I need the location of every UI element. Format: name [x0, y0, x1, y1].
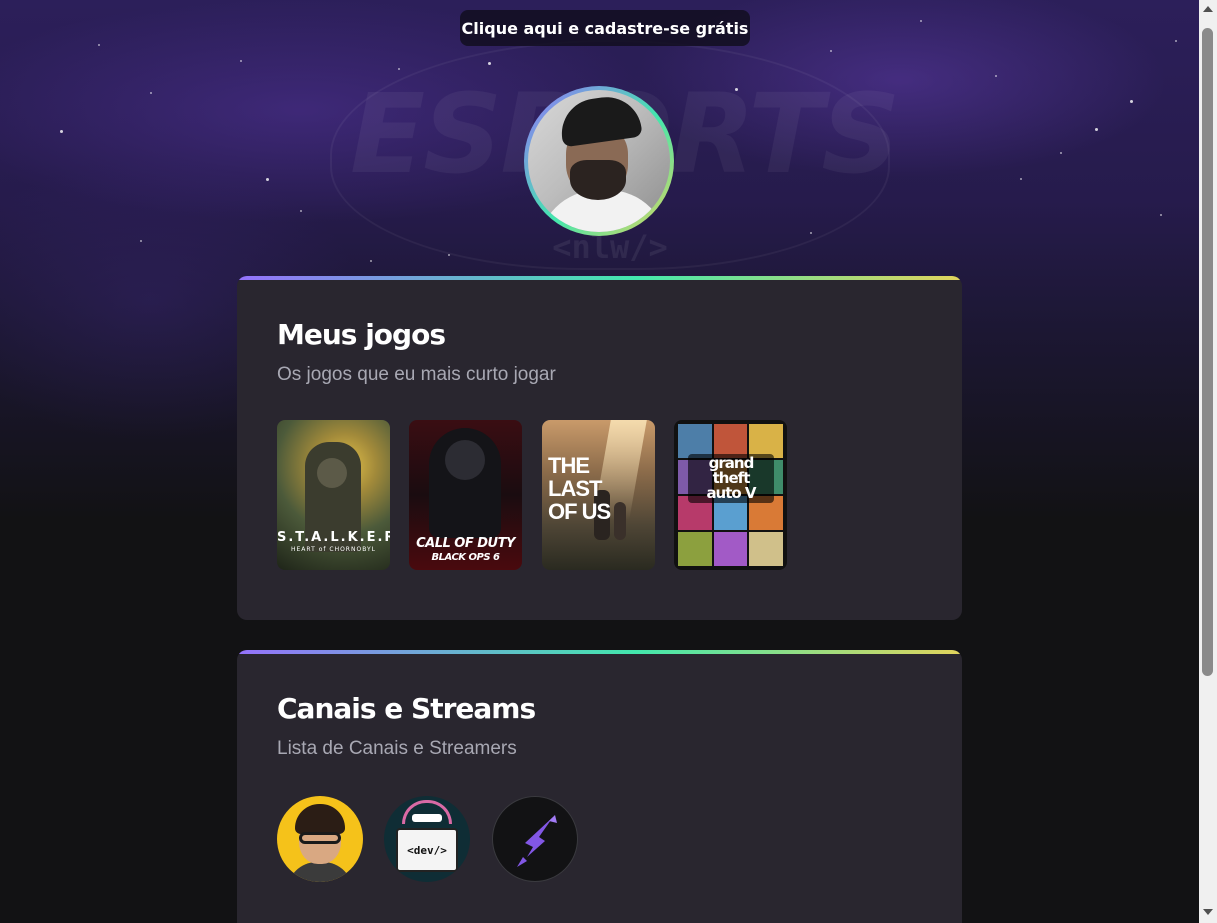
scroll-down-icon[interactable] — [1203, 909, 1213, 915]
scrollbar[interactable] — [1199, 0, 1217, 923]
game-cover-call-of-duty[interactable]: CALL OF DUTY BLACK OPS 6 — [409, 420, 522, 570]
streams-title: Canais e Streams — [277, 692, 536, 725]
signup-button[interactable]: Clique aqui e cadastre-se grátis — [460, 10, 750, 46]
streams-subtitle: Lista de Canais e Streamers — [277, 738, 517, 759]
stream-avatar-3[interactable] — [492, 796, 578, 882]
game-title: grand theft auto V — [688, 454, 774, 503]
dev-text: <dev/> — [407, 843, 447, 857]
game-subtitle: BLACK OPS 6 — [431, 552, 500, 563]
profile-avatar — [524, 86, 674, 236]
scroll-up-icon[interactable] — [1203, 6, 1213, 12]
game-cover-stalker-2[interactable]: S.T.A.L.K.E.R.2 HEART of CHORNOBYL — [277, 420, 390, 570]
scrollbar-thumb[interactable] — [1202, 28, 1213, 676]
game-title: THE LAST OF US — [548, 453, 611, 524]
games-card: Meus jogos Os jogos que eu mais curto jo… — [237, 276, 962, 620]
game-title: CALL OF DUTY — [416, 536, 515, 551]
game-cover-gta-v[interactable]: grand theft auto V — [674, 420, 787, 570]
profile-photo — [528, 90, 670, 232]
games-title: Meus jogos — [277, 318, 446, 351]
stream-avatar-1[interactable] — [277, 796, 363, 882]
game-cover-the-last-of-us[interactable]: THE LAST OF US — [542, 420, 655, 570]
games-subtitle: Os jogos que eu mais curto jogar — [277, 364, 556, 385]
streams-card: Canais e Streams Lista de Canais e Strea… — [237, 650, 962, 923]
game-subtitle: HEART of CHORNOBYL — [290, 546, 376, 553]
game-title: S.T.A.L.K.E.R.2 — [277, 530, 390, 545]
rocket-icon — [517, 815, 557, 867]
stream-avatar-2[interactable]: <dev/> — [384, 796, 470, 882]
